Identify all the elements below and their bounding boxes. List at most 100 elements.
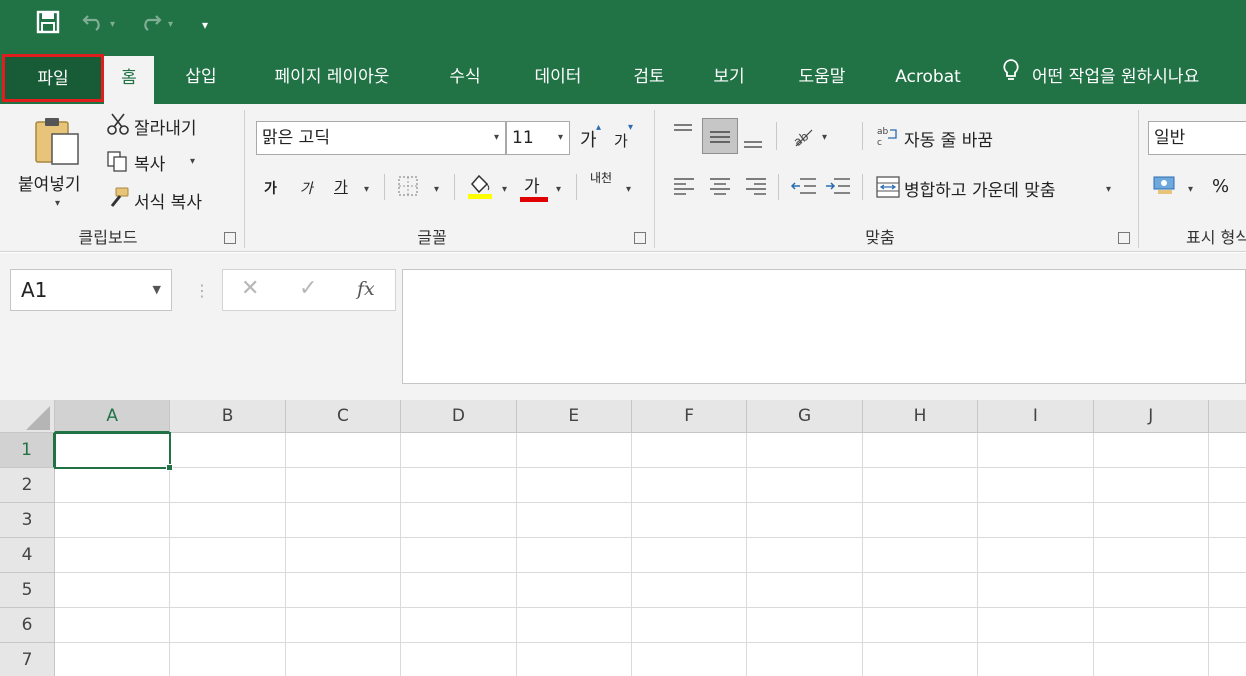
insert-function-icon[interactable]: fx [357,278,375,300]
fill-color-dropdown-icon[interactable]: ▾ [502,184,507,195]
cell-D6[interactable] [401,608,517,643]
cell-B1[interactable] [170,433,286,468]
cell-E5[interactable] [516,573,632,608]
cell-I4[interactable] [978,538,1094,573]
cell-G6[interactable] [747,608,863,643]
cell-J5[interactable] [1093,573,1209,608]
cell-D7[interactable] [401,643,517,676]
customize-qat-icon[interactable]: ▾ [202,10,208,40]
merge-center-icon[interactable] [876,176,900,202]
column-header-partial[interactable] [1209,400,1246,433]
cell-E6[interactable] [516,608,632,643]
cell-C6[interactable] [285,608,402,643]
column-header-g[interactable]: G [747,400,863,433]
cell-A5[interactable] [55,573,171,608]
row-header-1[interactable]: 1 [0,433,55,468]
tab-data[interactable]: 데이터 [516,52,600,104]
wrap-text-icon[interactable]: ab c [876,124,900,152]
cell-J6[interactable] [1093,608,1209,643]
cell-B4[interactable] [170,538,286,573]
cell-E7[interactable] [517,643,632,676]
cell-I7[interactable] [978,643,1094,676]
cell-F7[interactable] [632,643,748,676]
cell-I3[interactable] [978,503,1094,538]
cell-G3[interactable] [747,503,863,538]
font-name-combo[interactable]: 맑은 고딕 ▾ [256,121,506,155]
cell-D2[interactable] [401,468,517,503]
undo-dropdown-icon[interactable]: ▾ [110,10,115,40]
cell-K3[interactable] [1209,503,1246,538]
number-format-combo[interactable]: 일반 [1148,121,1246,155]
alignment-launcher-icon[interactable] [1118,232,1130,244]
cell-A2[interactable] [55,468,171,503]
shrink-font-button[interactable]: 가 [614,130,628,151]
save-icon[interactable] [36,10,60,40]
column-header-c[interactable]: C [285,400,402,433]
cell-K1[interactable] [1209,433,1246,468]
decrease-indent-icon[interactable] [790,176,818,200]
cell-J1[interactable] [1093,433,1209,468]
cell-F2[interactable] [632,468,748,503]
cell-B6[interactable] [170,608,286,643]
cell-C2[interactable] [285,468,402,503]
currency-dropdown-icon[interactable]: ▾ [1188,184,1193,195]
cell-C4[interactable] [285,538,402,573]
cell-G7[interactable] [747,643,863,676]
cell-K2[interactable] [1209,468,1246,503]
cell-E3[interactable] [516,503,632,538]
cell-B7[interactable] [170,643,286,676]
row-header-3[interactable]: 3 [0,503,55,538]
copy-label[interactable]: 복사 [134,150,165,175]
font-launcher-icon[interactable] [634,232,646,244]
cell-F3[interactable] [632,503,748,538]
tab-file[interactable]: 파일 [2,54,104,102]
cell-C1[interactable] [285,433,402,468]
tab-home[interactable]: 홈 [104,56,154,104]
cell-F5[interactable] [632,573,748,608]
cell-H5[interactable] [862,573,979,608]
cell-I2[interactable] [978,468,1094,503]
cell-F6[interactable] [632,608,748,643]
cell-J2[interactable] [1093,468,1209,503]
underline-dropdown-icon[interactable]: ▾ [364,184,369,195]
column-header-b[interactable]: B [170,400,286,433]
cell-H4[interactable] [862,538,979,573]
phonetic-button[interactable]: 내천 [590,172,614,184]
cell-B3[interactable] [170,503,286,538]
redo-dropdown-icon[interactable]: ▾ [168,10,173,40]
align-left-icon[interactable] [672,176,696,200]
italic-button[interactable]: 가 [300,178,313,198]
format-painter-icon[interactable] [106,186,130,214]
cell-E2[interactable] [516,468,632,503]
row-header-5[interactable]: 5 [0,573,55,608]
orientation-dropdown-icon[interactable]: ▾ [822,132,827,143]
tab-formulas[interactable]: 수식 [432,52,498,104]
cell-F4[interactable] [632,538,748,573]
column-header-f[interactable]: F [632,400,748,433]
percent-button[interactable]: % [1212,176,1229,197]
cell-D5[interactable] [401,573,517,608]
align-middle-icon[interactable] [702,118,738,154]
grow-font-button[interactable]: 가 [580,126,597,152]
cell-G1[interactable] [747,433,863,468]
tab-acrobat[interactable]: Acrobat [882,52,974,104]
cell-C7[interactable] [286,643,402,676]
copy-icon[interactable] [106,150,128,176]
borders-icon[interactable] [398,176,418,200]
tab-review[interactable]: 검토 [618,52,680,104]
font-size-combo[interactable]: 11 ▾ [506,121,570,155]
cell-K4[interactable] [1209,538,1246,573]
cell-F1[interactable] [632,433,748,468]
cell-K5[interactable] [1209,573,1246,608]
cell-J4[interactable] [1093,538,1209,573]
cell-A4[interactable] [55,538,171,573]
cell-K7[interactable] [1209,643,1246,676]
copy-dropdown-icon[interactable]: ▾ [190,156,195,167]
column-header-h[interactable]: H [862,400,979,433]
cell-I6[interactable] [978,608,1094,643]
cell-J7[interactable] [1094,643,1209,676]
cell-I5[interactable] [978,573,1094,608]
paste-icon[interactable] [34,116,82,172]
cell-E1[interactable] [516,433,632,468]
fill-color-icon[interactable] [466,172,494,204]
